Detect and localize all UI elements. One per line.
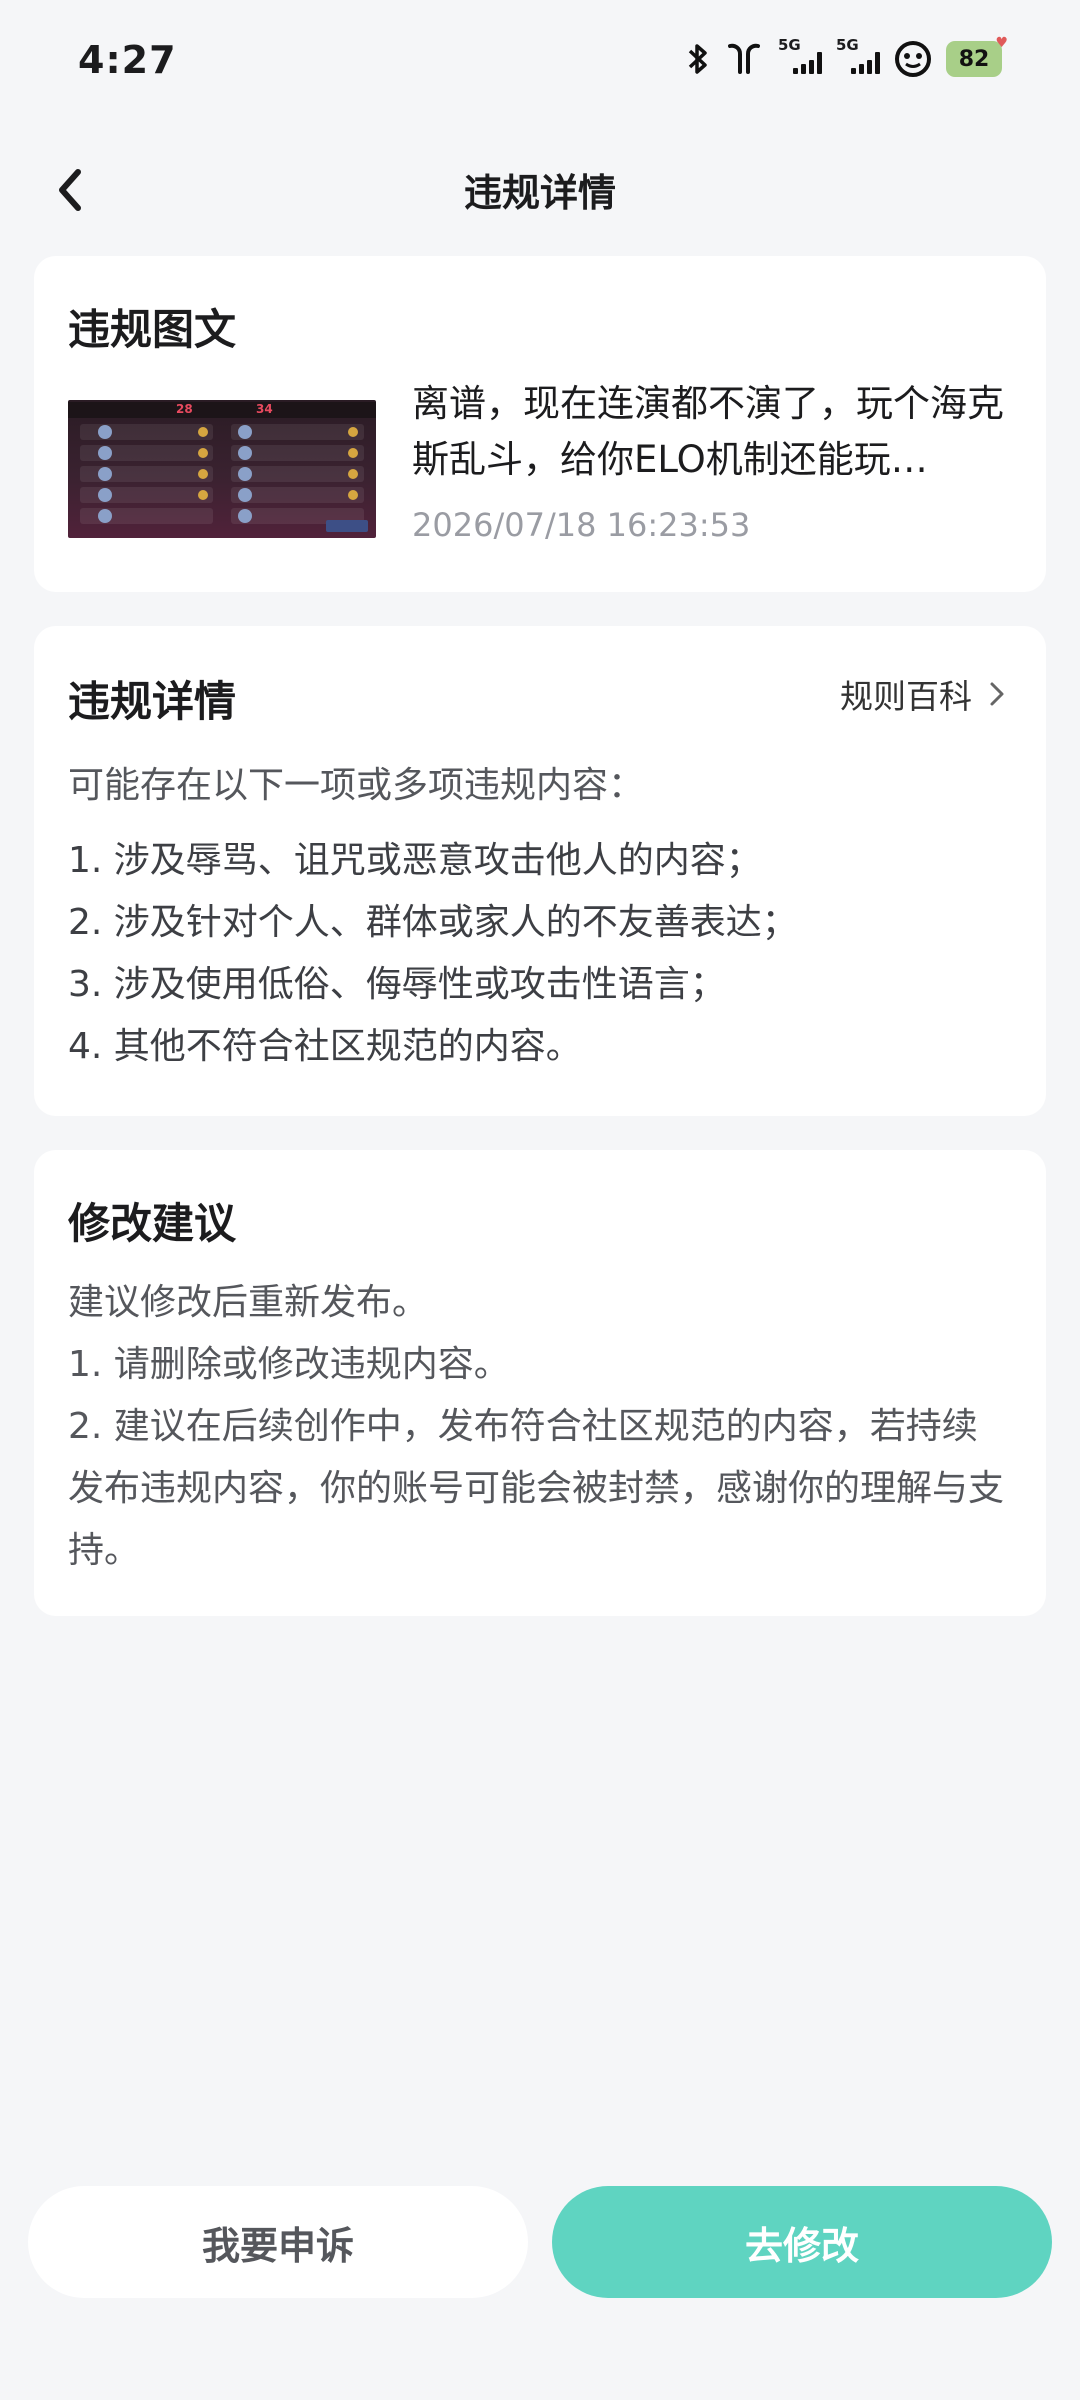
section-title: 修改建议	[68, 1199, 237, 1248]
battery-level: 82	[958, 46, 990, 72]
suggestion-text: 建议修改后重新发布。 1. 请删除或修改违规内容。 2. 建议在后续创作中，发布…	[68, 1272, 1006, 1582]
rules-link-label: 规则百科	[840, 677, 972, 716]
list-item: 3. 涉及使用低俗、侮辱性或攻击性语言；	[68, 964, 726, 1005]
appeal-button[interactable]: 我要申诉	[28, 2186, 528, 2298]
pet-app-icon	[894, 40, 932, 78]
violation-intro: 可能存在以下一项或多项违规内容：	[68, 765, 645, 806]
status-icons: 5G 5G 82 ♥	[686, 35, 1008, 82]
rules-encyclopedia-link[interactable]: 规则百科	[840, 670, 1006, 718]
post-timestamp: 2026/07/18 16:23:53	[412, 506, 751, 544]
status-time: 4:27	[78, 38, 177, 82]
signal-icon: 5G	[778, 36, 822, 76]
list-item: 4. 其他不符合社区规范的内容。	[68, 1026, 582, 1067]
page-title: 违规详情	[463, 171, 616, 215]
violation-details-card: 违规详情 规则百科 可能存在以下一项或多项违规内容： 1. 涉及辱骂、诅咒或恶意…	[34, 626, 1046, 1116]
violation-list: 1. 涉及辱骂、诅咒或恶意攻击他人的内容； 2. 涉及针对个人、群体或家人的不友…	[68, 830, 1012, 1078]
earbuds-icon	[724, 42, 764, 76]
suggestion-line: 1. 请删除或修改违规内容。	[68, 1344, 510, 1385]
action-bar: 我要申诉 去修改	[0, 2180, 1080, 2300]
list-item: 1. 涉及辱骂、诅咒或恶意攻击他人的内容；	[68, 840, 762, 881]
post-text[interactable]: 离谱，现在连演都不演了，玩个海克斯乱斗，给你ELO机制还能玩…	[412, 376, 1012, 488]
suggestions-card: 修改建议 建议修改后重新发布。 1. 请删除或修改违规内容。 2. 建议在后续创…	[34, 1150, 1046, 1616]
heart-icon: ♥	[995, 35, 1008, 51]
thumbnail-button	[326, 520, 368, 532]
thumbnail-score-right: 34	[256, 402, 273, 416]
suggestion-line: 2. 建议在后续创作中，发布符合社区规范的内容，若持续发布违规内容，你的账号可能…	[68, 1406, 1005, 1571]
bluetooth-icon	[686, 42, 710, 76]
thumbnail-header	[68, 402, 376, 418]
violation-content-card: 违规图文 28 34 离谱，现在连演都不演了，玩个海克斯乱斗，给你ELO机制还能…	[34, 256, 1046, 592]
nav-header: 违规详情	[0, 140, 1080, 240]
post-thumbnail[interactable]: 28 34	[68, 400, 376, 538]
list-item: 2. 涉及针对个人、群体或家人的不友善表达；	[68, 902, 798, 943]
edit-button[interactable]: 去修改	[552, 2186, 1052, 2298]
chevron-right-icon	[990, 682, 1004, 706]
signal-icon: 5G	[836, 36, 880, 76]
status-bar: 4:27 5G 5G 82 ♥	[0, 0, 1080, 120]
section-title: 违规详情	[68, 677, 237, 726]
section-title: 违规图文	[68, 305, 237, 354]
suggestion-line: 建议修改后重新发布。	[68, 1282, 429, 1323]
battery-icon: 82 ♥	[946, 35, 1008, 77]
thumbnail-score-left: 28	[176, 402, 193, 416]
